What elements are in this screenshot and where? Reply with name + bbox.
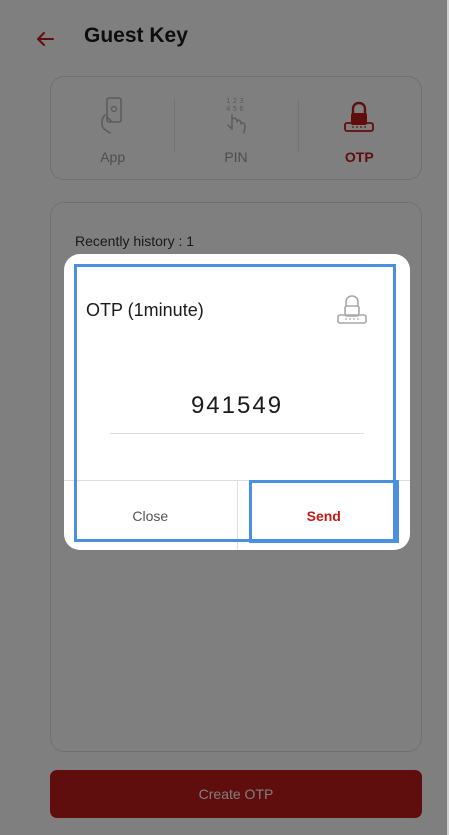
otp-dialog: OTP (1minute) 941549 Close Send [64, 254, 410, 550]
send-button[interactable]: Send [238, 481, 411, 550]
screen: Guest Key App 1 2 3 4 5 6 [0, 0, 449, 835]
otp-divider [110, 433, 364, 434]
dialog-title: OTP (1minute) [86, 300, 204, 320]
lock-icon [334, 290, 370, 326]
close-button[interactable]: Close [64, 481, 238, 550]
otp-code: 941549 [190, 392, 284, 419]
dialog-actions: Close Send [64, 480, 410, 550]
